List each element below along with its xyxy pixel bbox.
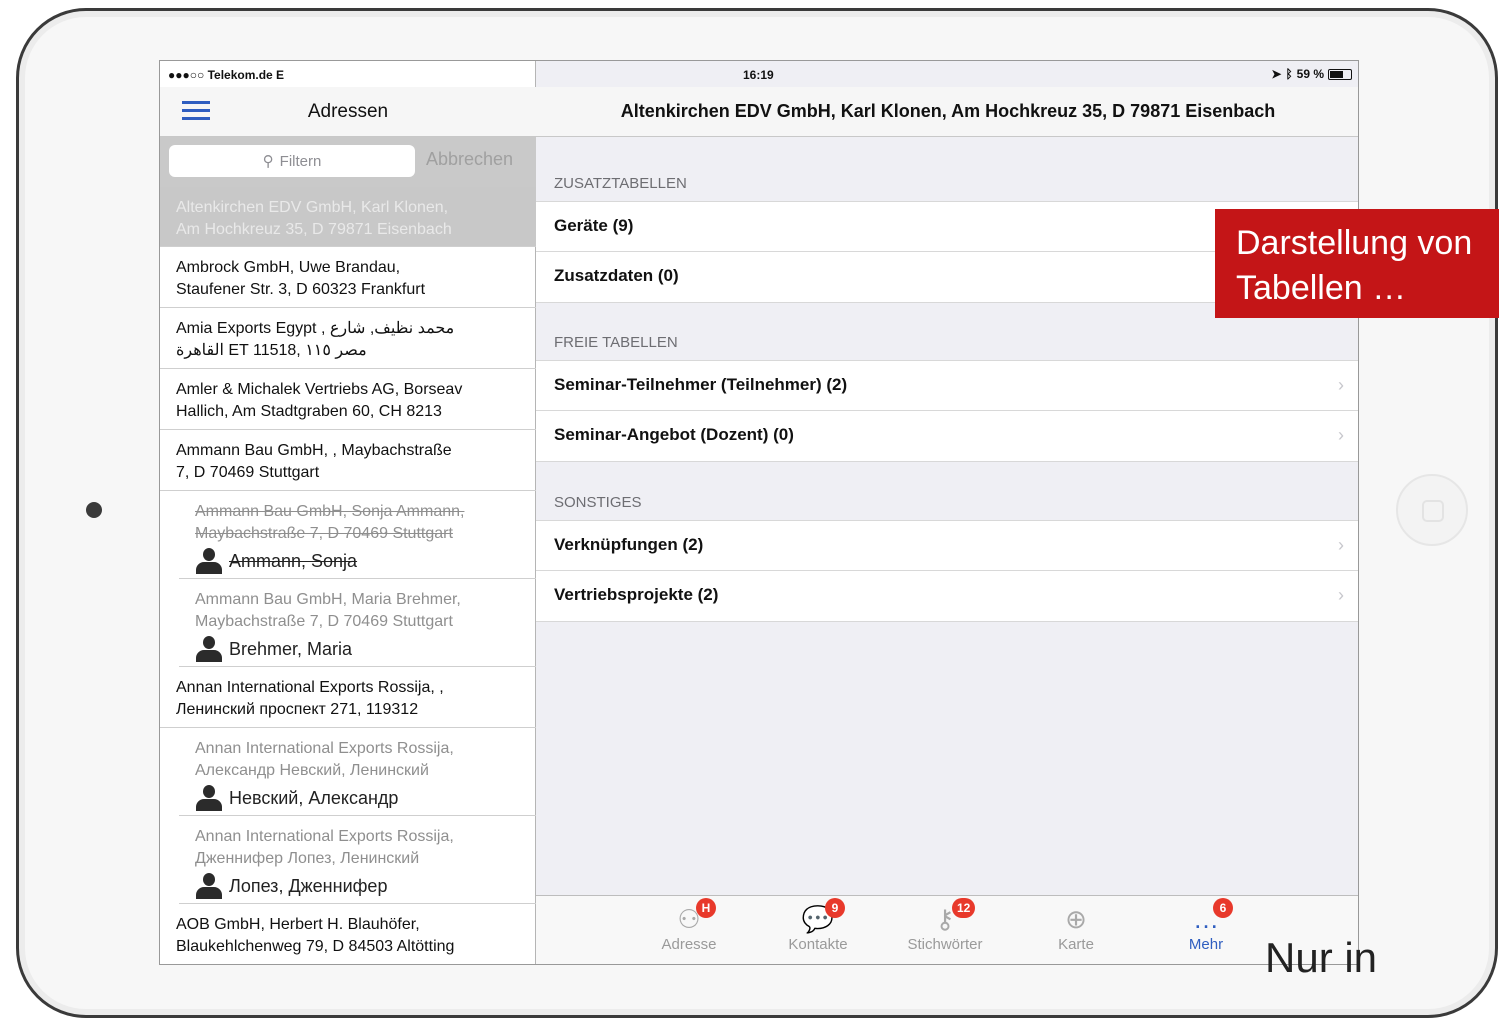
chevron-right-icon: ›: [1338, 535, 1344, 555]
chevron-right-icon: ›: [1338, 425, 1344, 445]
filter-bar: ⚲ Filtern Abbrechen: [160, 137, 536, 187]
filter-input[interactable]: ⚲ Filtern: [169, 145, 415, 177]
tab-adresse[interactable]: ⚇ H Adresse: [634, 898, 744, 953]
tab-bar: ⚇ H Adresse 💬 9 Kontakte ⚷ 12 Stichwörter ⊕…: [536, 895, 1358, 964]
screen: Adressen ⚲ Filtern Abbrechen Altenkirche…: [159, 60, 1359, 965]
tab-mehr[interactable]: … 6 Mehr: [1151, 898, 1261, 953]
home-button[interactable]: [1396, 474, 1468, 546]
bluetooth-icon: ᛒ: [1285, 67, 1293, 81]
camera-icon: [86, 502, 102, 518]
clock: 16:19: [743, 68, 774, 82]
chevron-right-icon: ›: [1338, 375, 1344, 395]
carrier-label: ●●●○○ Telekom.de E: [168, 68, 285, 82]
list-item[interactable]: Ammann Bau GmbH, , Maybachstraße 7, D 70…: [160, 430, 536, 491]
contact-item[interactable]: Ammann Bau GmbH, Maria Brehmer, Maybachs…: [179, 579, 536, 667]
table-row[interactable]: Seminar-Teilnehmer (Teilnehmer) (2) ›: [536, 360, 1358, 411]
contact-item[interactable]: Annan International Exports Rossija, Дже…: [179, 816, 536, 904]
battery-status: ➤ ᛒ 59 %: [1271, 67, 1352, 81]
list-item[interactable]: AOB GmbH, Herbert H. Blauhöfer, Blaukehl…: [160, 904, 536, 964]
person-icon: [195, 636, 223, 662]
contact-item[interactable]: Annan International Exports Rossija, Але…: [179, 728, 536, 816]
battery-icon: [1328, 68, 1352, 80]
people-icon: ⚇ H: [672, 898, 716, 936]
list-item[interactable]: Amia Exports Egypt , محمد نظيف, شارع الق…: [160, 308, 536, 369]
address-list: Altenkirchen EDV GmbH, Karl Klonen, Am H…: [160, 187, 536, 964]
contact-item[interactable]: Ammann Bau GmbH, Sonja Ammann, Maybachst…: [179, 491, 536, 579]
list-item[interactable]: Amler & Michalek Vertriebs AG, Borseav H…: [160, 369, 536, 430]
tab-karte[interactable]: ⊕ Karte: [1021, 902, 1131, 953]
right-pane: Altenkirchen EDV GmbH, Karl Klonen, Am H…: [536, 61, 1358, 964]
person-icon: [195, 873, 223, 899]
table-row[interactable]: Verknüpfungen (2) ›: [536, 520, 1358, 571]
tab-kontakte[interactable]: 💬 9 Kontakte: [763, 898, 873, 953]
left-title: Adressen: [307, 101, 389, 122]
right-navbar: Altenkirchen EDV GmbH, Karl Klonen, Am H…: [536, 87, 1358, 137]
chat-icon: 💬 9: [801, 898, 845, 936]
left-pane: Adressen ⚲ Filtern Abbrechen Altenkirche…: [160, 61, 536, 964]
table-row[interactable]: Vertriebsprojekte (2) ›: [536, 571, 1358, 622]
location-icon: ➤: [1271, 67, 1282, 81]
annotation-callout: Darstellung von Tabellen …: [1215, 209, 1499, 318]
cancel-button[interactable]: Abbrechen: [426, 149, 513, 170]
table-row[interactable]: Seminar-Angebot (Dozent) (0) ›: [536, 411, 1358, 462]
person-icon: [195, 785, 223, 811]
more-icon: … 6: [1189, 898, 1233, 936]
footnote-text: Nur in: [1265, 934, 1378, 981]
section-header: FREIE TABELLEN: [554, 334, 678, 351]
search-icon: ⚲: [262, 153, 274, 170]
filter-placeholder: Filtern: [279, 152, 322, 170]
list-item[interactable]: Altenkirchen EDV GmbH, Karl Klonen, Am H…: [160, 187, 536, 247]
section-header: SONSTIGES: [554, 494, 642, 511]
key-icon: ⚷ 12: [928, 898, 976, 936]
chevron-right-icon: ›: [1338, 585, 1344, 605]
globe-icon: ⊕: [1065, 904, 1087, 934]
list-item[interactable]: Annan International Exports Rossija, , Л…: [160, 667, 536, 728]
person-icon: [195, 548, 223, 574]
detail-title: Altenkirchen EDV GmbH, Karl Klonen, Am H…: [620, 101, 1276, 121]
tab-stichwoerter[interactable]: ⚷ 12 Stichwörter: [890, 898, 1000, 953]
list-item[interactable]: Ambrock GmbH, Uwe Brandau, Staufener Str…: [160, 247, 536, 308]
left-navbar: Adressen: [160, 87, 536, 137]
status-bar: ●●●○○ Telekom.de E 16:19 ➤ ᛒ 59 %: [160, 61, 1358, 87]
section-header: ZUSATZTABELLEN: [554, 175, 687, 192]
